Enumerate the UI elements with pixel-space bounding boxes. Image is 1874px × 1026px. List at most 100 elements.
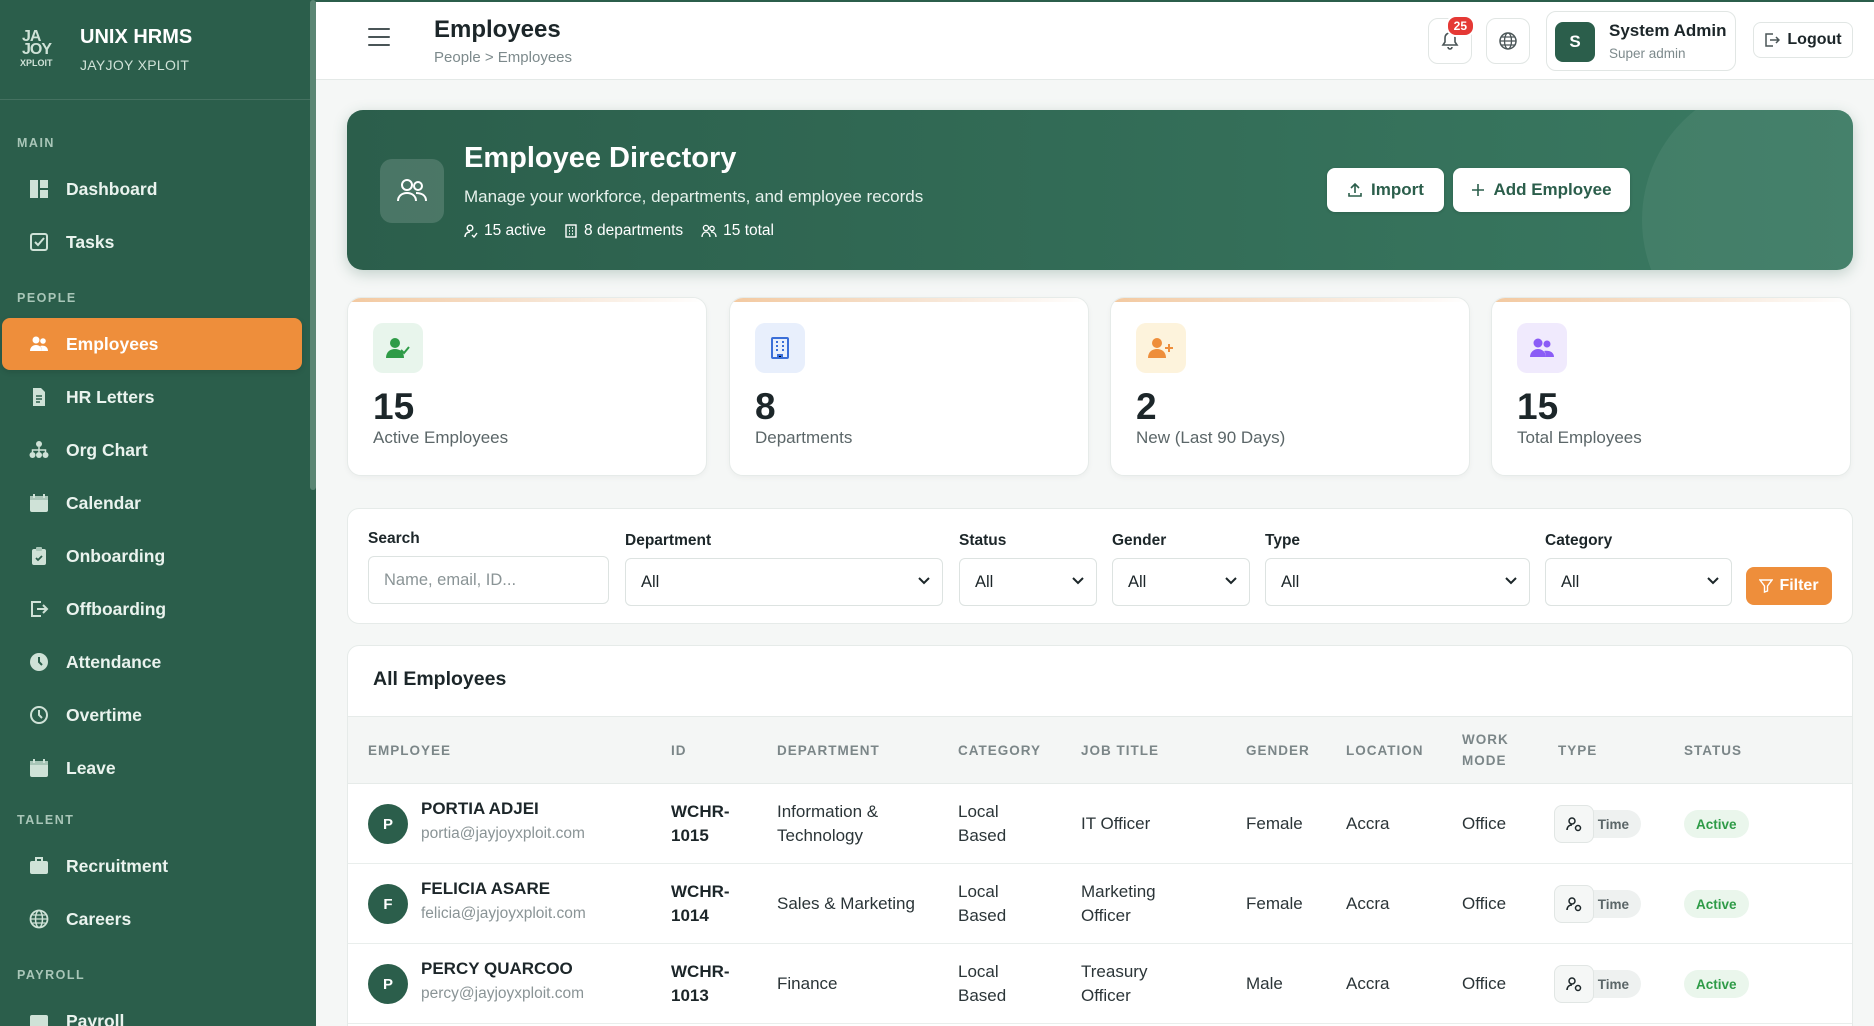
view-profile-button[interactable]: [1554, 885, 1594, 923]
brand-subtitle: JAYJOY XPLOIT: [80, 57, 190, 73]
view-profile-button[interactable]: [1554, 805, 1594, 843]
add-employee-button[interactable]: Add Employee: [1453, 168, 1630, 212]
employee-gender: Female: [1246, 894, 1303, 913]
clipboard-icon: [29, 546, 49, 566]
avatar: P: [368, 804, 408, 844]
employee-department: Sales & Marketing: [777, 894, 915, 913]
employee-gender: Male: [1246, 974, 1283, 993]
col-work-mode[interactable]: WORK MODE: [1462, 729, 1522, 771]
status-badge: Active: [1684, 970, 1749, 998]
gender-select[interactable]: All: [1112, 558, 1250, 606]
logout-button[interactable]: Logout: [1753, 22, 1853, 58]
upload-icon: [1348, 182, 1362, 197]
users-icon: [29, 334, 49, 354]
language-button[interactable]: [1486, 18, 1530, 64]
status-badge: Active: [1684, 810, 1749, 838]
col-id[interactable]: ID: [671, 740, 687, 761]
briefcase-icon: [29, 856, 49, 876]
employee-id: WCHR- 1015: [671, 802, 730, 845]
status-select[interactable]: All: [959, 558, 1097, 606]
sidebar-item-tasks[interactable]: Tasks: [2, 216, 302, 268]
document-icon: [29, 387, 49, 407]
import-button[interactable]: Import: [1327, 168, 1444, 212]
col-category[interactable]: CATEGORY: [958, 740, 1041, 761]
section-talent: TALENT: [17, 813, 75, 827]
building-icon: [755, 323, 805, 373]
status-badge: Active: [1684, 890, 1749, 918]
col-type[interactable]: TYPE: [1558, 740, 1597, 761]
stat-card-active: 15 Active Employees: [347, 297, 707, 476]
col-status[interactable]: STATUS: [1684, 740, 1742, 761]
employee-email: felicia@jayjoyxploit.com: [421, 905, 586, 922]
table-row[interactable]: P PORTIA ADJEI portia@jayjoyxploit.com W…: [348, 784, 1852, 864]
sidebar-item-label: Org Chart: [66, 439, 148, 460]
employee-location: Accra: [1346, 814, 1390, 833]
category-select[interactable]: All: [1545, 558, 1732, 606]
sidebar-item-attendance[interactable]: Attendance: [2, 636, 302, 688]
sidebar-item-dashboard[interactable]: Dashboard: [2, 163, 302, 215]
sidebar-item-onboarding[interactable]: Onboarding: [2, 530, 302, 582]
user-settings-icon: [1566, 977, 1582, 992]
notifications-button[interactable]: 25: [1428, 15, 1475, 64]
stat-value: 15: [1517, 386, 1559, 427]
top-bar: Employees People > Employees 25 S System…: [316, 0, 1874, 80]
sidebar-item-label: Offboarding: [66, 598, 167, 619]
employee-name[interactable]: FELICIA ASARE: [421, 879, 550, 899]
sidebar: JA JOY XPLOIT UNIX HRMS JAYJOY XPLOIT MA…: [0, 0, 316, 1026]
col-job-title[interactable]: JOB TITLE: [1081, 740, 1159, 761]
type-select[interactable]: All: [1265, 558, 1530, 606]
department-label: Department: [625, 532, 712, 549]
category-label: Category: [1545, 532, 1613, 549]
chevron-down-icon: [1505, 577, 1517, 585]
exit-icon: [29, 599, 49, 619]
user-menu[interactable]: S System Admin Super admin: [1546, 11, 1736, 71]
type-label: Type: [1265, 532, 1301, 549]
user-name: System Admin: [1609, 21, 1727, 40]
sidebar-item-org-chart[interactable]: Org Chart: [2, 424, 302, 476]
org-chart-icon: [29, 440, 49, 460]
brand[interactable]: JA JOY XPLOIT UNIX HRMS JAYJOY XPLOIT: [0, 0, 316, 100]
view-profile-button[interactable]: [1554, 965, 1594, 1003]
sidebar-item-label: Attendance: [66, 651, 162, 672]
sidebar-item-recruitment[interactable]: Recruitment: [2, 840, 302, 892]
employee-name[interactable]: PERCY QUARCOO: [421, 959, 573, 979]
sidebar-item-label: Leave: [66, 757, 116, 778]
table-row[interactable]: P PERCY QUARCOO percy@jayjoyxploit.com W…: [348, 944, 1852, 1024]
employees-table-panel: All Employees EMPLOYEE ID DEPARTMENT CAT…: [347, 645, 1853, 1026]
sidebar-item-offboarding[interactable]: Offboarding: [2, 583, 302, 635]
employee-name[interactable]: PORTIA ADJEI: [421, 799, 539, 819]
employee-work-mode: Office: [1462, 814, 1507, 833]
menu-toggle-icon[interactable]: [368, 28, 390, 48]
plus-icon: [1472, 184, 1485, 196]
sidebar-item-hr-letters[interactable]: HR Letters: [2, 371, 302, 423]
col-department[interactable]: DEPARTMENT: [777, 740, 880, 761]
hero-subtitle: Manage your workforce, departments, and …: [464, 187, 924, 206]
sidebar-item-label: HR Letters: [66, 386, 155, 407]
sidebar-item-careers[interactable]: Careers: [2, 893, 302, 945]
employee-category: Local Based: [958, 802, 1007, 845]
search-input[interactable]: Name, email, ID...: [368, 556, 609, 604]
department-select[interactable]: All: [625, 558, 943, 606]
sidebar-item-overtime[interactable]: Overtime: [2, 689, 302, 741]
sidebar-item-leave[interactable]: Leave: [2, 742, 302, 794]
wallet-icon: [29, 1011, 49, 1026]
globe-icon: [29, 909, 49, 929]
stat-value: 15: [373, 386, 415, 427]
col-employee[interactable]: EMPLOYEE: [368, 740, 451, 761]
sidebar-item-payroll[interactable]: Payroll: [2, 995, 302, 1026]
sidebar-item-label: Payroll: [66, 1010, 125, 1026]
sidebar-item-employees[interactable]: Employees: [2, 318, 302, 370]
col-location[interactable]: LOCATION: [1346, 740, 1424, 761]
table-row[interactable]: F FELICIA ASARE felicia@jayjoyxploit.com…: [348, 864, 1852, 944]
globe-icon: [1499, 32, 1517, 50]
checkbox-icon: [29, 232, 49, 252]
employee-work-mode: Office: [1462, 894, 1507, 913]
sidebar-item-calendar[interactable]: Calendar: [2, 477, 302, 529]
logout-icon: [1765, 33, 1781, 47]
notification-count-badge: 25: [1445, 15, 1475, 37]
filter-button[interactable]: Filter: [1746, 567, 1832, 605]
employee-department: Information & Technology: [777, 802, 879, 845]
col-gender[interactable]: GENDER: [1246, 740, 1310, 761]
sidebar-item-label: Careers: [66, 908, 132, 929]
employee-location: Accra: [1346, 894, 1390, 913]
